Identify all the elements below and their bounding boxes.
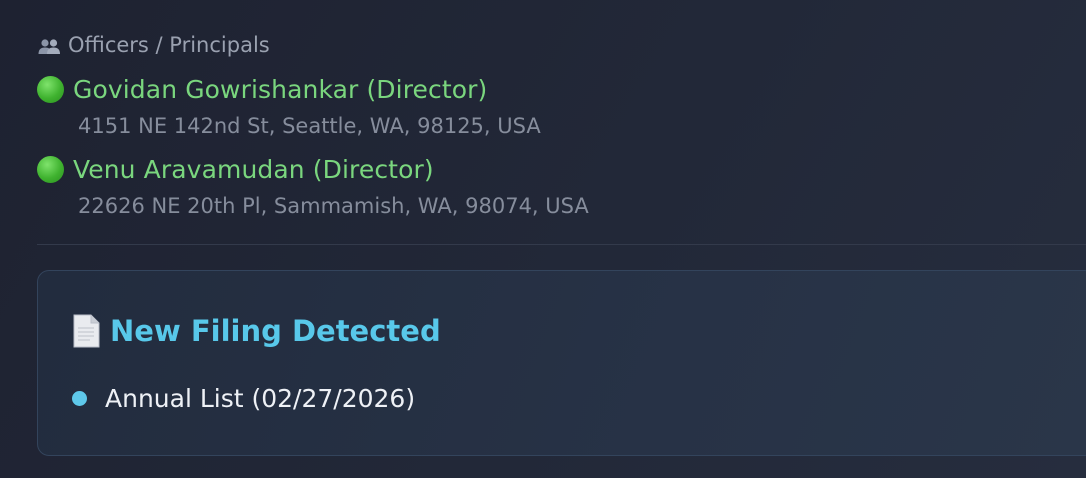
officer-address: 22626 NE 20th Pl, Sammamish, WA, 98074, … — [78, 194, 589, 218]
officer-name[interactable]: Venu Aravamudan (Director) — [73, 155, 434, 184]
bullet-icon — [72, 390, 87, 406]
officers-section-header: Officers / Principals — [37, 30, 1086, 60]
document-icon — [72, 314, 100, 348]
green-status-icon — [37, 75, 64, 103]
officers-section: Officers / Principals Govidan Gowrishank… — [37, 30, 1086, 220]
officer-address: 4151 NE 142nd St, Seattle, WA, 98125, US… — [78, 114, 541, 138]
officer-name-row: Venu Aravamudan (Director) — [37, 152, 1086, 186]
new-filing-card: New Filing Detected Annual List (02/27/2… — [37, 270, 1086, 456]
officer-entry: Govidan Gowrishankar (Director) 4151 NE … — [37, 72, 1086, 140]
officer-entry: Venu Aravamudan (Director) 22626 NE 20th… — [37, 152, 1086, 220]
list-item: Annual List (02/27/2026) — [72, 381, 415, 415]
officer-name[interactable]: Govidan Gowrishankar (Director) — [73, 75, 487, 104]
filing-title-row: New Filing Detected — [72, 311, 441, 351]
people-icon — [37, 36, 61, 54]
officer-name-row: Govidan Gowrishankar (Director) — [37, 72, 1086, 106]
filing-alert-title: New Filing Detected — [110, 314, 441, 348]
green-status-icon — [37, 155, 64, 183]
filing-item-text: Annual List (02/27/2026) — [105, 383, 416, 413]
section-divider — [37, 244, 1086, 245]
officers-section-title: Officers / Principals — [68, 33, 270, 57]
